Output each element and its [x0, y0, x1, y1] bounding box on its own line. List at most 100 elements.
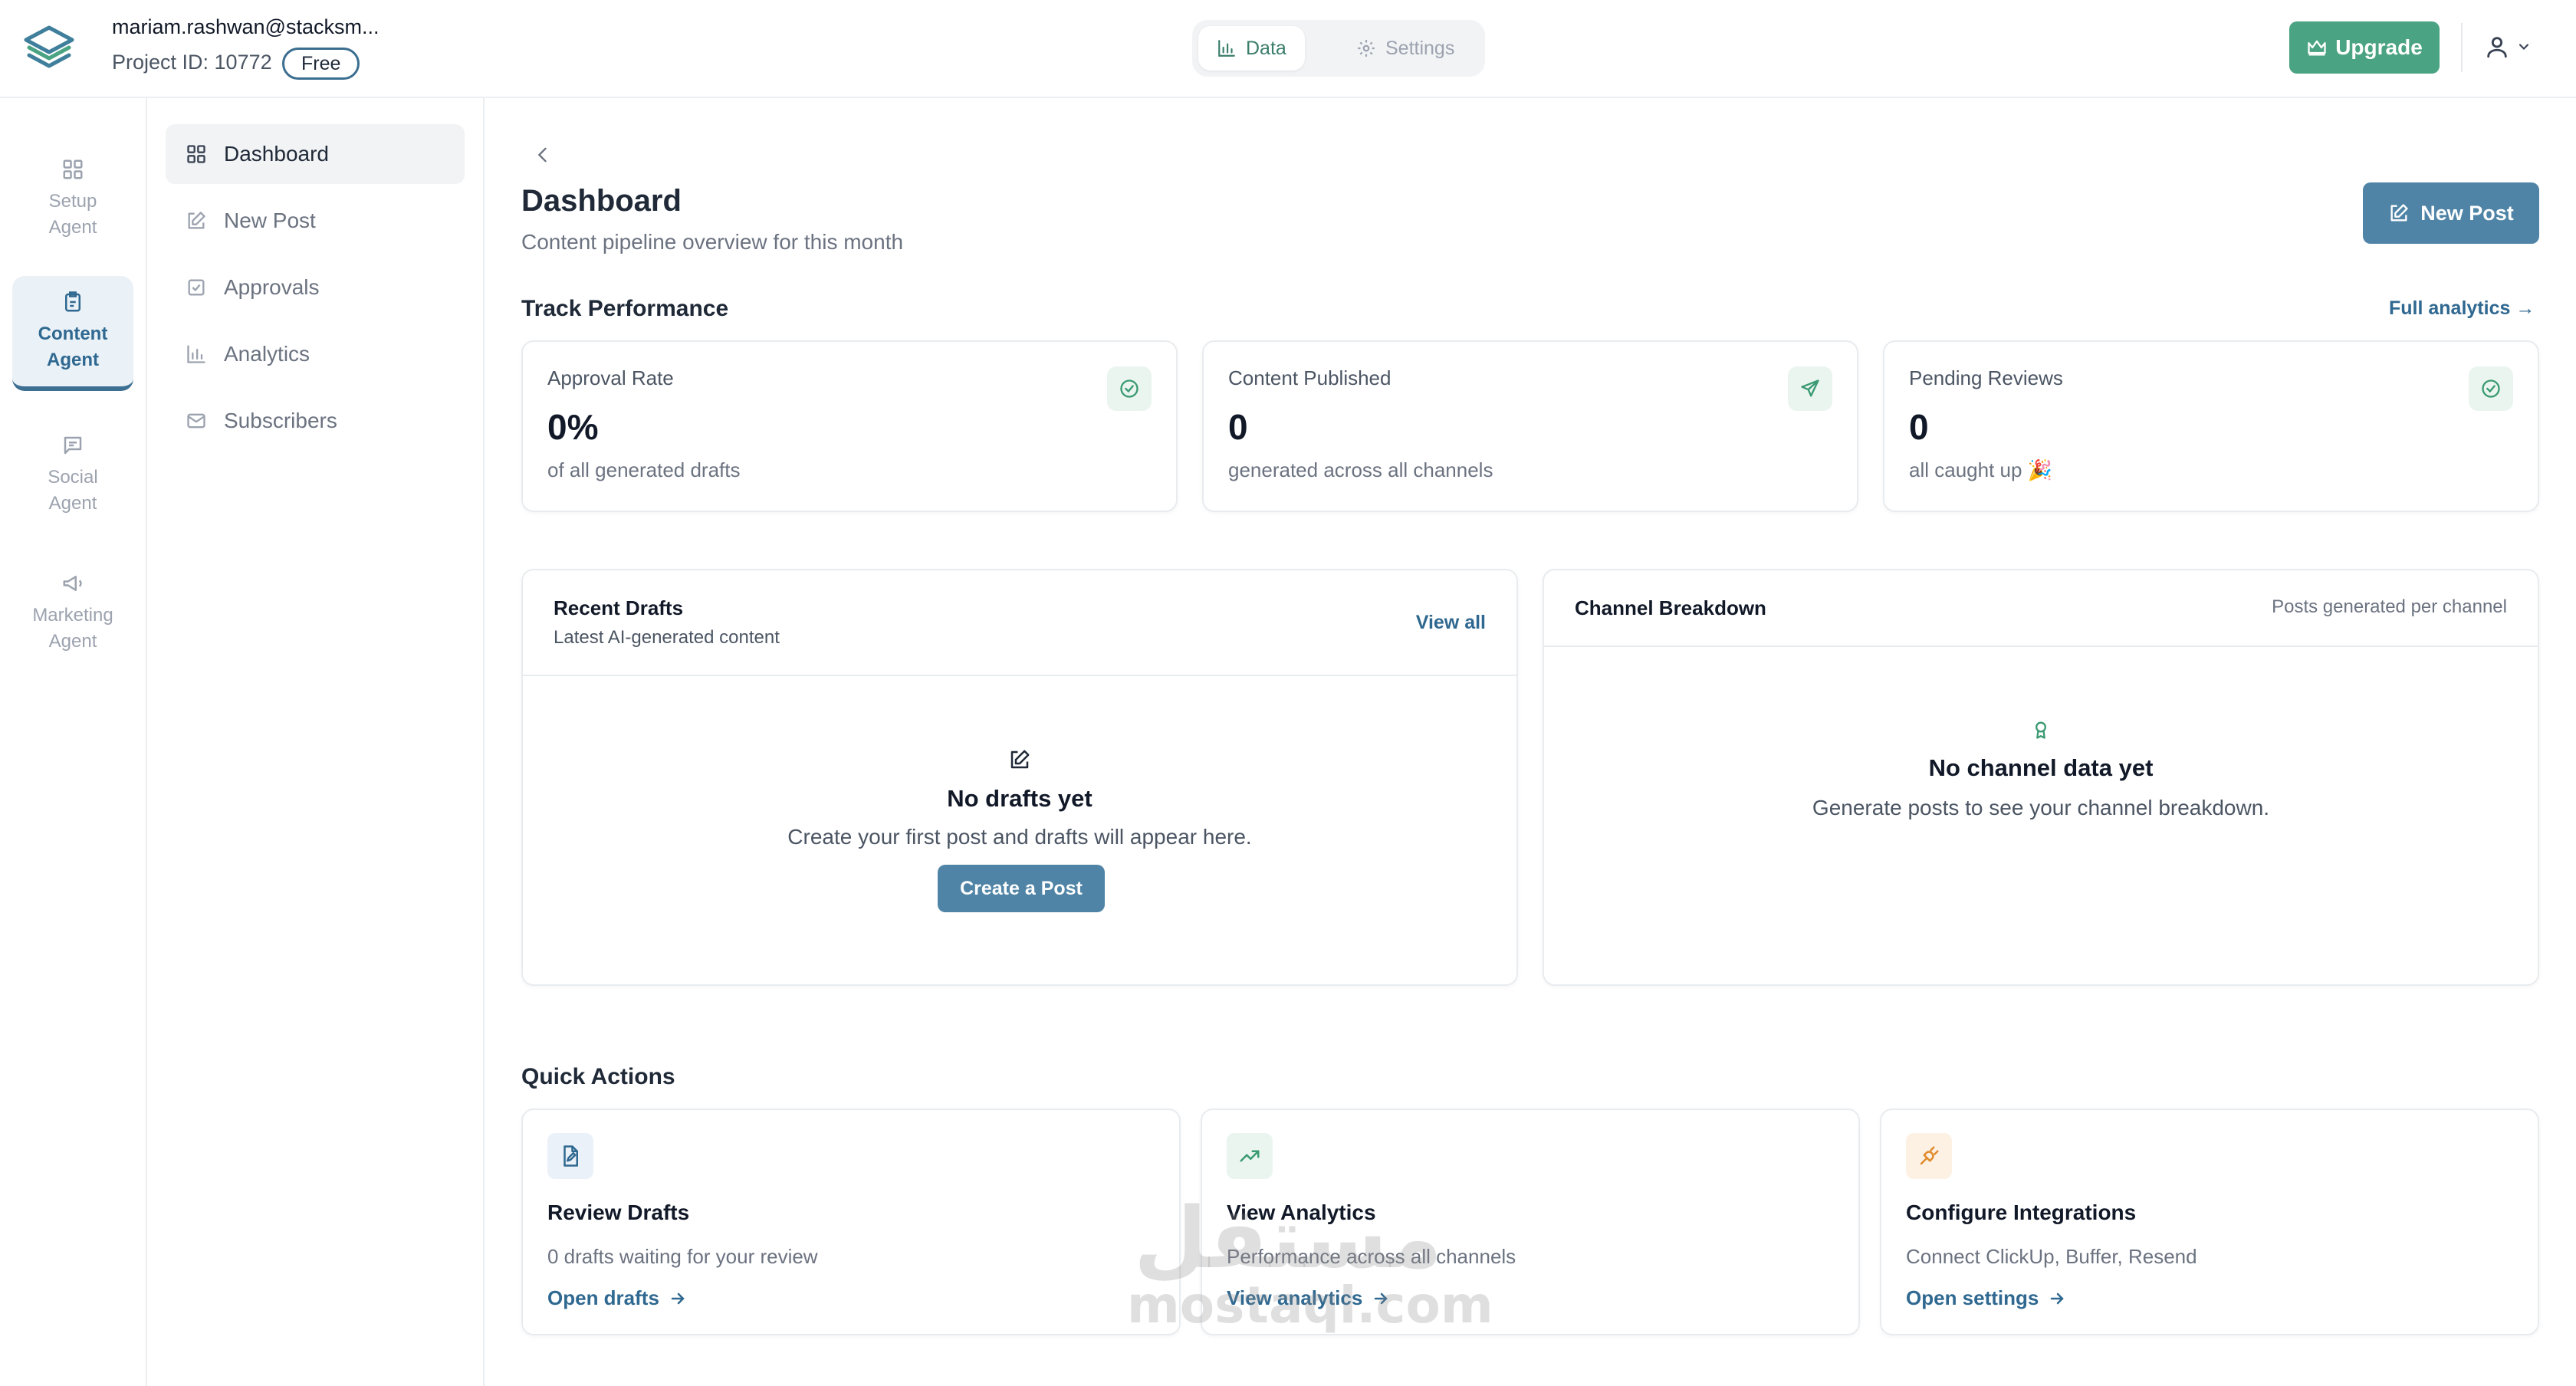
nav-item-approvals[interactable]: Approvals — [166, 258, 465, 317]
stat-value: 0 — [1228, 407, 1248, 447]
account-email: mariam.rashwan@stacksm... — [112, 15, 380, 38]
agent-label: Content — [38, 324, 108, 344]
quick-action-title: View Analytics — [1227, 1200, 1376, 1224]
tab-settings-label: Settings — [1385, 37, 1455, 59]
mail-icon — [186, 410, 207, 432]
agent-rail: Setup Agent Content Agent Social Agent M… — [0, 98, 147, 1386]
file-edit-icon — [547, 1133, 593, 1179]
quick-action-title: Review Drafts — [547, 1200, 690, 1224]
stat-card-approval-rate: Approval Rate 0% of all generated drafts — [521, 340, 1178, 512]
stat-sub: of all generated drafts — [547, 458, 741, 481]
check-square-icon — [186, 277, 207, 298]
quick-action-title: Configure Integrations — [1906, 1200, 2137, 1224]
plug-icon — [1906, 1133, 1952, 1179]
grid-icon — [186, 143, 207, 165]
agent-social[interactable]: Social Agent — [12, 417, 133, 532]
section-title-performance: Track Performance — [521, 296, 729, 321]
open-settings-link[interactable]: Open settings — [1906, 1286, 2066, 1310]
section-title-quick-actions: Quick Actions — [521, 1064, 675, 1089]
link-label: Open settings — [1906, 1286, 2039, 1309]
panel-subtitle: Latest AI-generated content — [554, 627, 780, 648]
empty-state-subtitle: Create your first post and drafts will a… — [787, 825, 1252, 849]
quick-action-review-drafts[interactable]: Review Drafts 0 drafts waiting for your … — [521, 1108, 1181, 1335]
quick-action-subtitle: Performance across all channels — [1227, 1245, 1516, 1268]
upgrade-button[interactable]: Upgrade — [2289, 21, 2440, 74]
agent-marketing[interactable]: Marketing Agent — [12, 555, 133, 670]
channel-breakdown-panel: Channel Breakdown Posts generated per ch… — [1543, 569, 2539, 986]
grid-icon — [61, 158, 84, 181]
full-analytics-link[interactable]: Full analytics → — [2389, 297, 2535, 320]
user-menu[interactable] — [2484, 34, 2532, 60]
stat-value: 0 — [1909, 407, 1929, 447]
panel-title: Channel Breakdown — [1575, 596, 1766, 619]
stat-card-content-published: Content Published 0 generated across all… — [1202, 340, 1858, 512]
panel-title: Recent Drafts — [554, 596, 684, 619]
view-tabs: Data Settings — [1192, 20, 1485, 77]
agent-label: Agent — [47, 350, 99, 370]
quick-action-view-analytics[interactable]: View Analytics Performance across all ch… — [1201, 1108, 1860, 1335]
view-analytics-link[interactable]: View analytics — [1227, 1286, 1390, 1310]
arrow-right-icon — [2048, 1289, 2066, 1308]
bar-chart-icon — [1217, 38, 1237, 58]
stat-label: Content Published — [1228, 366, 1392, 389]
chat-icon — [61, 434, 84, 457]
agent-label: Marketing — [32, 605, 113, 626]
agent-label: Agent — [48, 493, 97, 514]
nav-item-new-post[interactable]: New Post — [166, 191, 465, 251]
empty-state-title: No channel data yet — [1928, 754, 2154, 781]
send-icon — [1788, 366, 1832, 411]
nav-item-subscribers[interactable]: Subscribers — [166, 391, 465, 451]
back-chevron-icon[interactable] — [532, 144, 554, 166]
agent-label: Setup — [48, 191, 97, 212]
divider — [2461, 23, 2463, 72]
nav-label: Approvals — [224, 275, 320, 299]
stat-sub: all caught up 🎉 — [1909, 458, 2053, 481]
view-all-link[interactable]: View all — [1416, 612, 1486, 634]
empty-state-subtitle: Generate posts to see your channel break… — [1812, 796, 2270, 819]
crown-icon — [2306, 37, 2328, 58]
create-post-button[interactable]: Create a Post — [938, 865, 1105, 912]
logo-icon[interactable] — [21, 23, 77, 72]
quick-action-configure-integrations[interactable]: Configure Integrations Connect ClickUp, … — [1880, 1108, 2539, 1335]
edit-icon — [186, 210, 207, 232]
page-title: Dashboard — [521, 184, 682, 218]
arrow-right-icon — [669, 1289, 687, 1308]
agent-label: Social — [48, 467, 98, 488]
agent-setup[interactable]: Setup Agent — [12, 141, 133, 256]
sidebar-nav: Dashboard New Post Approvals Analytics S… — [147, 98, 485, 1386]
nav-item-analytics[interactable]: Analytics — [166, 324, 465, 384]
agent-content[interactable]: Content Agent — [12, 276, 133, 391]
panel-header: Recent Drafts Latest AI-generated conten… — [523, 570, 1516, 676]
bar-chart-icon — [186, 343, 207, 365]
stat-value: 0% — [547, 407, 599, 447]
stat-sub: generated across all channels — [1228, 458, 1493, 481]
panel-note: Posts generated per channel — [2272, 596, 2507, 617]
stat-label: Approval Rate — [547, 366, 674, 389]
nav-item-dashboard[interactable]: Dashboard — [166, 124, 465, 184]
new-post-label: New Post — [2420, 201, 2514, 225]
tab-data[interactable]: Data — [1198, 26, 1305, 71]
plan-badge: Free — [282, 48, 360, 80]
stat-card-pending-reviews: Pending Reviews 0 all caught up 🎉 — [1883, 340, 2539, 512]
project-id: Project ID: 10772 — [112, 51, 272, 74]
gear-icon — [1356, 38, 1376, 58]
panel-header: Channel Breakdown Posts generated per ch… — [1544, 570, 2538, 647]
quick-action-subtitle: 0 drafts waiting for your review — [547, 1245, 818, 1268]
quick-action-subtitle: Connect ClickUp, Buffer, Resend — [1906, 1245, 2197, 1268]
tab-data-label: Data — [1246, 37, 1286, 59]
user-icon — [2484, 34, 2510, 60]
check-circle-icon — [1107, 366, 1152, 411]
arrow-right-icon — [1372, 1289, 1390, 1308]
nav-label: Analytics — [224, 342, 310, 366]
new-post-button[interactable]: New Post — [2363, 182, 2539, 244]
open-drafts-link[interactable]: Open drafts — [547, 1286, 687, 1310]
agent-label: Agent — [48, 631, 97, 652]
award-icon — [2030, 719, 2052, 741]
edit-icon — [2388, 202, 2410, 224]
agent-label: Agent — [48, 217, 97, 238]
clipboard-icon — [61, 291, 84, 314]
stat-label: Pending Reviews — [1909, 366, 2063, 389]
tab-settings[interactable]: Settings — [1338, 26, 1473, 71]
page-subtitle: Content pipeline overview for this month — [521, 230, 904, 254]
trending-up-icon — [1227, 1133, 1273, 1179]
